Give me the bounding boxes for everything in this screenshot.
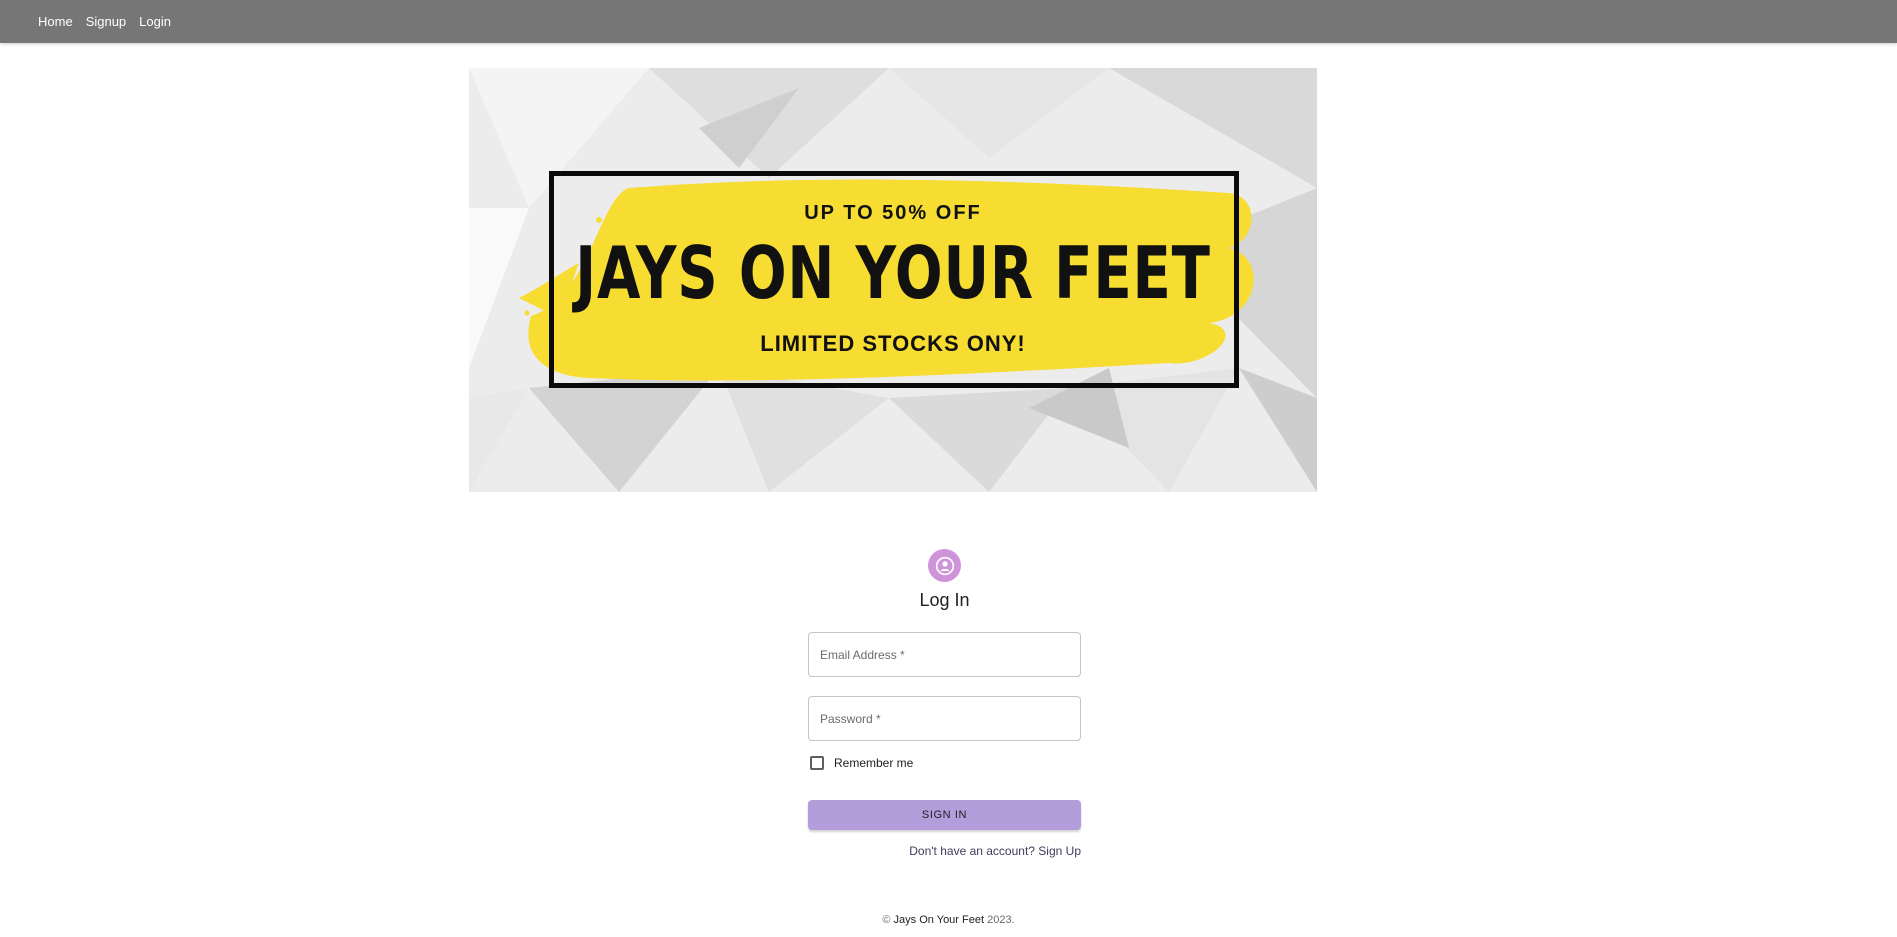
banner-headline: JAYS ON YOUR FEET [575, 231, 1211, 315]
footer-year: 2023. [984, 914, 1015, 926]
banner-stock-text: LIMITED STOCKS ONY! [760, 331, 1026, 356]
sign-up-link[interactable]: Don't have an account? Sign Up [909, 844, 1081, 858]
top-navbar: Home Signup Login [0, 0, 1897, 43]
footer-brand-link[interactable]: Jays On Your Feet [894, 914, 985, 926]
footer-prefix: © [882, 914, 894, 926]
email-field[interactable] [809, 633, 1080, 676]
avatar [928, 549, 961, 582]
promo-banner: UP TO 50% OFF JAYS ON YOUR FEET LIMITED … [469, 68, 1317, 492]
password-field-wrapper [808, 696, 1081, 741]
remember-me-label: Remember me [834, 756, 914, 770]
sign-in-button[interactable]: SIGN IN [808, 800, 1081, 830]
email-field-wrapper [808, 632, 1081, 677]
nav-link-signup[interactable]: Signup [86, 14, 126, 29]
remember-me[interactable]: Remember me [810, 756, 913, 770]
nav-link-login[interactable]: Login [139, 14, 171, 29]
banner-discount-text: UP TO 50% OFF [804, 202, 982, 224]
remember-me-checkbox[interactable] [810, 756, 824, 770]
password-field[interactable] [809, 697, 1080, 740]
nav-link-home[interactable]: Home [38, 14, 73, 29]
page-title: Log In [919, 590, 970, 610]
person-icon [935, 556, 954, 575]
footer: © Jays On Your Feet 2023. [0, 914, 1897, 926]
